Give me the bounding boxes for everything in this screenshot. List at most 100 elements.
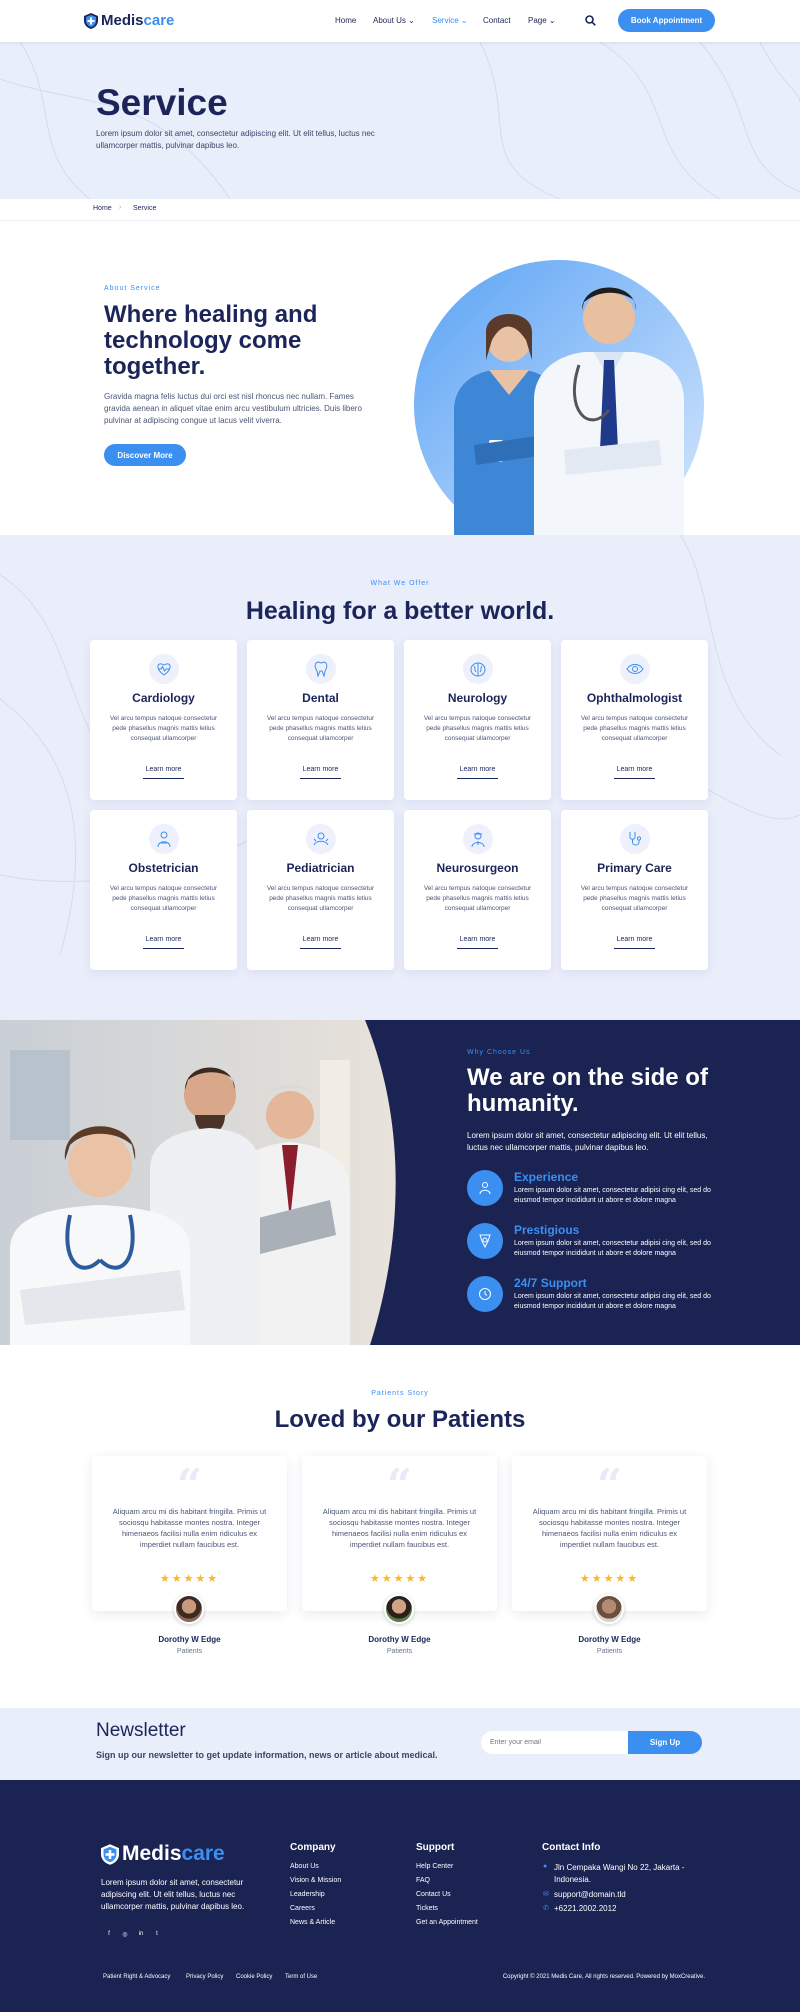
contact-email[interactable]: support@domain.tld: [554, 1890, 626, 1899]
service-card-neurology[interactable]: Neurology Vel arcu tempus natoque consec…: [404, 640, 551, 800]
service-card-ophthalmologist[interactable]: Ophthalmologist Vel arcu tempus natoque …: [561, 640, 708, 800]
book-appointment-button[interactable]: Book Appointment: [618, 9, 715, 32]
patient-name: Dorothy W Edge: [368, 1635, 431, 1644]
service-card-obstetrician[interactable]: Obstetrician Vel arcu tempus natoque con…: [90, 810, 237, 970]
service-card-title: Neurosurgeon: [436, 861, 519, 875]
learn-more-link[interactable]: Learn more: [300, 766, 341, 779]
sign-up-button[interactable]: Sign Up: [628, 1731, 702, 1754]
learn-more-link[interactable]: Learn more: [614, 766, 655, 779]
learn-more-link[interactable]: Learn more: [457, 766, 498, 779]
email-input[interactable]: [481, 1731, 631, 1754]
patient-role: Patients: [176, 1648, 203, 1655]
footer-link[interactable]: Careers: [290, 1905, 315, 1912]
about-title: Where healing and technology come togeth…: [104, 301, 318, 380]
footer-link[interactable]: Vision & Mission: [290, 1877, 341, 1884]
chevron-right-icon: ›: [119, 204, 122, 211]
quote-icon: “: [386, 1460, 413, 1511]
service-card-pediatrician[interactable]: Pediatrician Vel arcu tempus natoque con…: [247, 810, 394, 970]
service-card-text: Vel arcu tempus natoque consectetur pede…: [109, 885, 218, 912]
search-icon[interactable]: [585, 15, 596, 26]
footer-link[interactable]: Tickets: [416, 1905, 438, 1912]
clock-support-icon: [467, 1276, 503, 1312]
chevron-down-icon: ⌄: [548, 16, 556, 25]
footer-link[interactable]: Help Center: [416, 1863, 453, 1870]
award-icon: [467, 1223, 503, 1259]
service-card-cardiology[interactable]: Cardiology Vel arcu tempus natoque conse…: [90, 640, 237, 800]
footer-link[interactable]: Leadership: [290, 1891, 325, 1898]
site-header: Mediscare Home About Us ⌄ Service ⌄ Cont…: [0, 0, 800, 42]
service-card-primary-care[interactable]: Primary Care Vel arcu tempus natoque con…: [561, 810, 708, 970]
testimonial-card: “ Aliquam arcu mi dis habitant fringilla…: [512, 1456, 707, 1611]
newsletter-title: Newsletter: [96, 1720, 186, 1741]
nav-home[interactable]: Home: [335, 16, 356, 25]
learn-more-link[interactable]: Learn more: [143, 766, 184, 779]
footer-link[interactable]: Get an Appointment: [416, 1919, 478, 1926]
feature-title: 24/7 Support: [514, 1276, 587, 1290]
mail-icon: ✉: [543, 1891, 549, 1898]
why-title: We are on the side of humanity.: [467, 1064, 708, 1117]
footer-link[interactable]: Contact Us: [416, 1891, 451, 1898]
service-card-text: Vel arcu tempus natoque consectetur pede…: [580, 885, 689, 912]
footer-link[interactable]: About Us: [290, 1863, 319, 1870]
service-card-text: Vel arcu tempus natoque consectetur pede…: [423, 715, 532, 742]
service-card-title: Neurology: [447, 691, 508, 705]
shield-logo-icon: [101, 1843, 119, 1865]
twitter-icon[interactable]: t: [151, 1928, 163, 1940]
quote-icon: “: [176, 1460, 203, 1511]
learn-more-link[interactable]: Learn more: [143, 936, 184, 949]
nav-page[interactable]: Page ⌄: [528, 16, 556, 25]
service-card-dental[interactable]: Dental Vel arcu tempus natoque consectet…: [247, 640, 394, 800]
testimonials-title: Loved by our Patients: [274, 1406, 526, 1433]
offer-eyebrow: What We Offer: [370, 580, 430, 587]
learn-more-link[interactable]: Learn more: [614, 936, 655, 949]
nav-service[interactable]: Service ⌄: [432, 16, 468, 25]
surgeon-icon: [463, 824, 493, 854]
breadcrumb-home[interactable]: Home: [93, 205, 112, 212]
patient-role: Patients: [386, 1648, 413, 1655]
footer-logo[interactable]: Mediscare: [101, 1842, 225, 1866]
patient-name: Dorothy W Edge: [158, 1635, 221, 1644]
contact-phone[interactable]: +6221.2002.2012: [554, 1904, 617, 1913]
baby-icon: [306, 824, 336, 854]
testimonials-section: Patients Story Loved by our Patients “ A…: [0, 1345, 800, 1708]
footer-support-title: Support: [416, 1842, 455, 1853]
about-text: Gravida magna felis luctus dui orci est …: [104, 392, 362, 425]
instagram-icon[interactable]: ◎: [119, 1928, 131, 1940]
footer-bottom-link[interactable]: Patient Right & Advocacy: [103, 1974, 170, 1980]
feature-title: Experience: [514, 1170, 579, 1184]
why-eyebrow: Why Choose Us: [467, 1049, 531, 1056]
learn-more-link[interactable]: Learn more: [300, 936, 341, 949]
stethoscope-icon: [620, 824, 650, 854]
star-rating: ★★★★★: [159, 1573, 220, 1585]
footer-bottom-link[interactable]: Cookie Policy: [236, 1974, 272, 1980]
testimonial-card: “ Aliquam arcu mi dis habitant fringilla…: [302, 1456, 497, 1611]
feature-title: Prestigious: [514, 1223, 580, 1237]
footer-bottom-link[interactable]: Privacy Policy: [186, 1974, 223, 1980]
footer-about: Lorem ipsum dolor sit amet, consectetur …: [101, 1878, 245, 1911]
learn-more-link[interactable]: Learn more: [457, 936, 498, 949]
linkedin-icon[interactable]: in: [135, 1928, 147, 1940]
service-card-title: Ophthalmologist: [586, 691, 683, 705]
service-card-title: Primary Care: [597, 861, 672, 875]
service-card-neurosurgeon[interactable]: Neurosurgeon Vel arcu tempus natoque con…: [404, 810, 551, 970]
footer-bottom-link[interactable]: Term of Use: [285, 1974, 317, 1980]
quote-icon: “: [596, 1460, 623, 1511]
footer-link[interactable]: News & Article: [290, 1919, 335, 1926]
star-rating: ★★★★★: [579, 1573, 640, 1585]
testimonial-text: Aliquam arcu mi dis habitant fringilla. …: [532, 1507, 687, 1549]
brand-logo[interactable]: Mediscare: [84, 12, 174, 29]
services-section: What We Offer Healing for a better world…: [0, 535, 800, 1020]
service-card-text: Vel arcu tempus natoque consectetur pede…: [423, 885, 532, 912]
why-choose-us-section: Why Choose Us We are on the side of huma…: [0, 1020, 800, 1345]
nav-about-us[interactable]: About Us ⌄: [373, 16, 415, 25]
facebook-icon[interactable]: f: [103, 1928, 115, 1940]
discover-more-button[interactable]: Discover More: [104, 444, 186, 466]
feature-text: Lorem ipsum dolor sit amet, consectetur …: [514, 1240, 711, 1257]
nav-contact[interactable]: Contact: [483, 16, 511, 25]
footer-link[interactable]: FAQ: [416, 1877, 430, 1884]
page-hero: Service Lorem ipsum dolor sit amet, cons…: [0, 42, 800, 199]
newsletter-text: Sign up our newsletter to get update inf…: [96, 1750, 438, 1760]
testimonials-eyebrow: Patients Story: [371, 1390, 429, 1397]
avatar: [594, 1594, 624, 1624]
site-footer: Mediscare Lorem ipsum dolor sit amet, co…: [0, 1780, 800, 2012]
